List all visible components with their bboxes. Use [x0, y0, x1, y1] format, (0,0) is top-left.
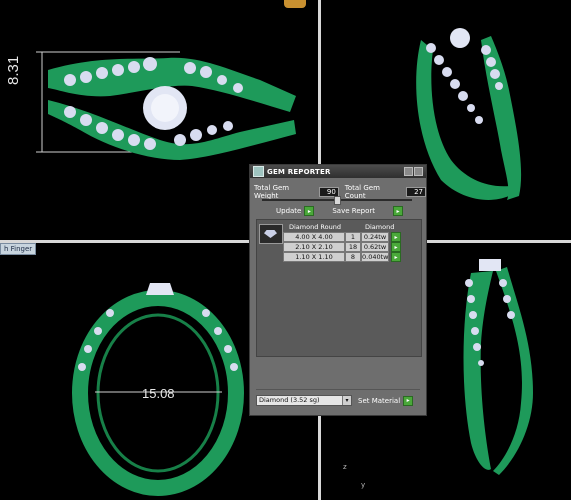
table-row: 2.10 X 2.10 18 0.62tw ▸ — [283, 242, 413, 252]
row-select-button[interactable]: ▸ — [391, 242, 401, 252]
gem-count-cell: 1 — [345, 232, 361, 242]
gem-size-cell: 2.10 X 2.10 — [283, 242, 345, 252]
panel-separator — [256, 389, 420, 390]
diamond-icon — [264, 230, 277, 238]
gem-count-cell: 18 — [345, 242, 361, 252]
axis-y-label: y — [361, 481, 366, 489]
close-button[interactable] — [414, 167, 423, 176]
gem-count-cell: 8 — [345, 252, 361, 262]
material-select-value: Diamond (3.52 sg) — [259, 396, 320, 404]
set-material-button[interactable]: ▸ — [403, 395, 414, 406]
save-report-button[interactable]: ▸ — [392, 206, 403, 216]
diamond-thumbnail[interactable] — [259, 224, 283, 244]
panel-titlebar[interactable]: GEM REPORTER — [250, 165, 426, 178]
table-row: 4.00 X 4.00 1 0.24tw ▸ — [283, 232, 413, 242]
table-header-material: Diamond — [365, 223, 395, 231]
set-material-label: Set Material — [358, 396, 401, 405]
height-dimension-label: 8.31 — [5, 55, 22, 85]
table-row: 1.10 X 1.10 8 0.040tw ▸ — [283, 252, 413, 262]
diameter-dimension-label: 15.08 — [142, 386, 175, 401]
update-label: Update — [276, 207, 302, 215]
total-gem-count-field[interactable]: 27 — [406, 187, 426, 197]
gem-weight-cell: 0.62tw — [361, 242, 389, 252]
view-label-tab[interactable]: h Finger — [0, 243, 37, 255]
view-gizmo[interactable] — [284, 0, 306, 8]
row-select-button[interactable]: ▸ — [391, 232, 401, 242]
chevron-down-icon[interactable]: ▾ — [342, 396, 351, 405]
gem-weight-cell: 0.040tw — [361, 252, 389, 262]
update-button[interactable]: ▸ — [304, 206, 315, 216]
axis-z-label: z — [343, 463, 347, 471]
gem-weight-cell: 0.24tw — [361, 232, 389, 242]
material-select[interactable]: Diamond (3.52 sg) ▾ — [256, 395, 352, 406]
gem-table: Diamond Round Diamond 4.00 X 4.00 1 0.24… — [256, 219, 422, 357]
gem-reporter-icon — [253, 166, 264, 177]
gem-size-cell: 1.10 X 1.10 — [283, 252, 345, 262]
panel-title: GEM REPORTER — [267, 167, 331, 176]
gem-size-cell: 4.00 X 4.00 — [283, 232, 345, 242]
minimize-button[interactable] — [404, 167, 413, 176]
row-select-button[interactable]: ▸ — [391, 252, 401, 262]
total-gem-weight-label: Total Gem Weight — [254, 184, 290, 200]
save-report-label: Save Report — [332, 207, 375, 215]
total-gem-count-label: Total Gem Count — [344, 184, 380, 200]
gem-reporter-panel: GEM REPORTER Total Gem Weight 90 Total G… — [249, 164, 427, 416]
panel-slider-knob[interactable] — [334, 196, 341, 205]
table-header-shape: Diamond Round — [289, 223, 341, 231]
